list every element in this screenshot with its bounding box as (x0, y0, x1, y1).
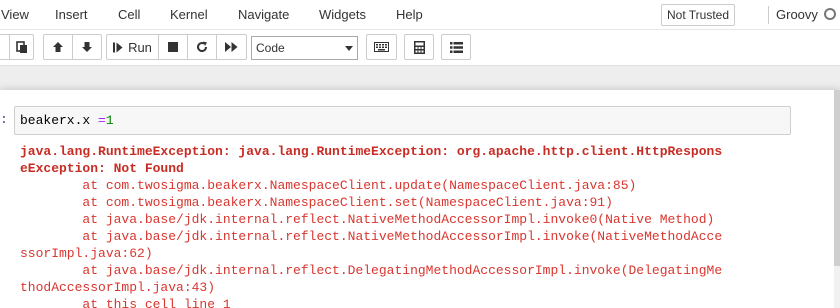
code-identifier: beakerx.x (20, 113, 99, 128)
menu-widgets[interactable]: Widgets (319, 0, 366, 30)
kernel-name[interactable]: Groovy (776, 0, 818, 30)
menu-cell[interactable]: Cell (118, 0, 140, 30)
menu-insert[interactable]: Insert (55, 0, 88, 30)
stack-trace-line: at com.twosigma.beakerx.NamespaceClient.… (20, 178, 637, 193)
cell-type-value: Code (256, 41, 285, 55)
keyboard-shortcuts-button[interactable] (366, 34, 397, 60)
run-icon (113, 42, 123, 52)
paste-icon (15, 40, 27, 53)
menubar: View Insert Cell Kernel Navigate Widgets… (0, 0, 840, 30)
stack-trace-line: ssorImpl.java:62) (20, 246, 153, 261)
menu-navigate[interactable]: Navigate (238, 0, 289, 30)
stack-trace-line: at java.base/jdk.internal.reflect.Native… (20, 229, 723, 244)
restart-icon (197, 41, 208, 53)
not-trusted-button[interactable]: Not Trusted (661, 4, 735, 26)
run-button[interactable]: Run (106, 34, 159, 60)
stop-icon (168, 42, 178, 52)
error-header-line: java.lang.RuntimeException: java.lang.Ru… (20, 144, 723, 159)
stop-button[interactable] (158, 34, 188, 60)
keyboard-icon (374, 42, 389, 52)
move-up-icon (53, 42, 63, 52)
menu-help[interactable]: Help (396, 0, 423, 30)
restart-run-all-button[interactable] (216, 34, 247, 60)
run-label: Run (128, 39, 152, 55)
input-prompt: : (0, 112, 8, 127)
code-input[interactable]: beakerx.x =1 (14, 106, 791, 135)
move-up-button[interactable] (43, 34, 73, 60)
fast-forward-icon (225, 42, 238, 52)
stack-trace-line: at this cell line 1 (20, 297, 231, 308)
kernel-status-icon (824, 8, 836, 20)
list-button[interactable] (441, 34, 471, 60)
code-operator: = (98, 113, 106, 128)
list-icon (449, 41, 463, 53)
stack-trace-line: at com.twosigma.beakerx.NamespaceClient.… (20, 195, 613, 210)
calculator-icon (413, 40, 425, 54)
scrollbar-thumb[interactable] (834, 90, 840, 266)
stack-trace-line: at java.base/jdk.internal.reflect.Native… (20, 212, 715, 227)
paste-button[interactable] (9, 34, 34, 60)
toolbar: Run (0, 30, 840, 66)
stack-trace-line: at java.base/jdk.internal.reflect.Delega… (20, 263, 723, 278)
calculator-button[interactable] (404, 34, 434, 60)
error-header-line: eException: Not Found (20, 161, 184, 176)
menu-view[interactable]: View (1, 0, 29, 30)
code-number: 1 (105, 113, 114, 128)
menu-kernel[interactable]: Kernel (170, 0, 208, 30)
scrollbar[interactable] (834, 90, 840, 308)
cell-type-select[interactable]: Code (251, 36, 358, 60)
cell-output: java.lang.RuntimeException: java.lang.Ru… (20, 143, 800, 308)
restart-button[interactable] (187, 34, 217, 60)
move-down-button[interactable] (72, 34, 102, 60)
stack-trace-line: thodAccessorImpl.java:43) (20, 280, 216, 295)
move-down-icon (82, 42, 92, 52)
kernel-separator (768, 6, 769, 24)
chevron-down-icon (345, 46, 353, 51)
